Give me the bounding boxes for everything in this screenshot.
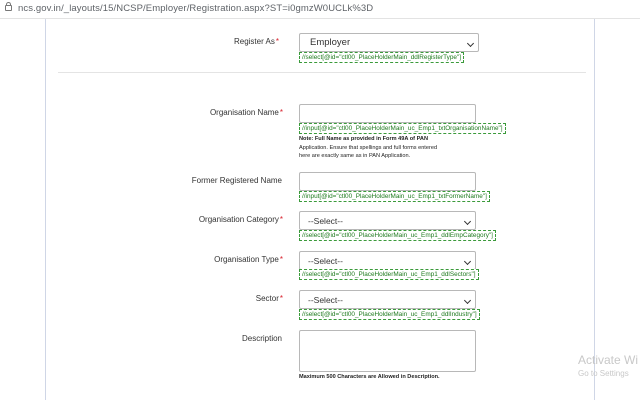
address-bar[interactable]: ncs.gov.in/_layouts/15/NCSP/Employer/Reg… bbox=[0, 0, 640, 19]
required-mark: * bbox=[275, 37, 279, 46]
organisation-type-xpath: //select[@id="ctl00_PlaceHolderMain_uc_E… bbox=[299, 269, 479, 280]
organisation-name-note-3: here are exactly same as in PAN Applicat… bbox=[299, 153, 411, 159]
description-textarea[interactable] bbox=[299, 330, 476, 372]
required-mark: * bbox=[279, 255, 283, 264]
register-as-label: Register As* bbox=[233, 37, 279, 46]
url-text[interactable]: ncs.gov.in/_layouts/15/NCSP/Employer/Reg… bbox=[18, 3, 373, 14]
former-registered-name-label: Former Registered Name bbox=[191, 176, 282, 185]
section-divider bbox=[58, 72, 586, 73]
organisation-category-label: Organisation Category* bbox=[198, 215, 283, 224]
organisation-category-select[interactable]: --Select-- bbox=[299, 211, 476, 230]
chevron-down-icon bbox=[463, 217, 472, 226]
organisation-name-label: Organisation Name* bbox=[209, 108, 283, 117]
chevron-down-icon bbox=[463, 296, 472, 305]
sector-label: Sector* bbox=[255, 294, 283, 303]
register-as-xpath: //select[@id="ctl00_PlaceHolderMain_ddlR… bbox=[299, 52, 464, 63]
former-registered-name-xpath: //input[@id="ctl00_PlaceHolderMain_uc_Em… bbox=[299, 191, 490, 202]
organisation-name-note-1: Note: Full Name as provided in Form 49A … bbox=[299, 136, 428, 142]
chevron-down-icon bbox=[463, 257, 472, 266]
organisation-name-note-2: Application. Ensure that spellings and f… bbox=[299, 144, 438, 151]
register-as-value: Employer bbox=[310, 37, 351, 48]
organisation-type-value: --Select-- bbox=[308, 256, 343, 266]
organisation-type-select[interactable]: --Select-- bbox=[299, 251, 476, 270]
description-label: Description bbox=[241, 334, 282, 343]
description-note: Maximum 500 Characters are Allowed in De… bbox=[299, 374, 440, 380]
organisation-category-xpath: //select[@id="ctl00_PlaceHolderMain_uc_E… bbox=[299, 230, 496, 241]
required-mark: * bbox=[279, 108, 283, 117]
required-mark: * bbox=[279, 294, 283, 303]
required-mark: * bbox=[279, 215, 283, 224]
chevron-down-icon bbox=[466, 39, 475, 48]
organisation-name-xpath: //input[@id="ctl00_PlaceHolderMain_uc_Em… bbox=[299, 123, 506, 134]
sector-value: --Select-- bbox=[308, 295, 343, 305]
lock-icon bbox=[5, 2, 12, 11]
organisation-category-value: --Select-- bbox=[308, 216, 343, 226]
register-as-select[interactable]: Employer bbox=[299, 33, 479, 52]
activation-watermark-subtitle: Go to Settings bbox=[578, 369, 629, 378]
sector-xpath: //select[@id="ctl00_PlaceHolderMain_uc_E… bbox=[299, 309, 480, 320]
organisation-name-input[interactable] bbox=[299, 104, 476, 123]
former-registered-name-input[interactable] bbox=[299, 172, 476, 191]
sector-select[interactable]: --Select-- bbox=[299, 290, 476, 309]
organisation-type-label: Organisation Type* bbox=[214, 255, 283, 264]
activation-watermark-title: Activate Wi bbox=[578, 353, 639, 367]
